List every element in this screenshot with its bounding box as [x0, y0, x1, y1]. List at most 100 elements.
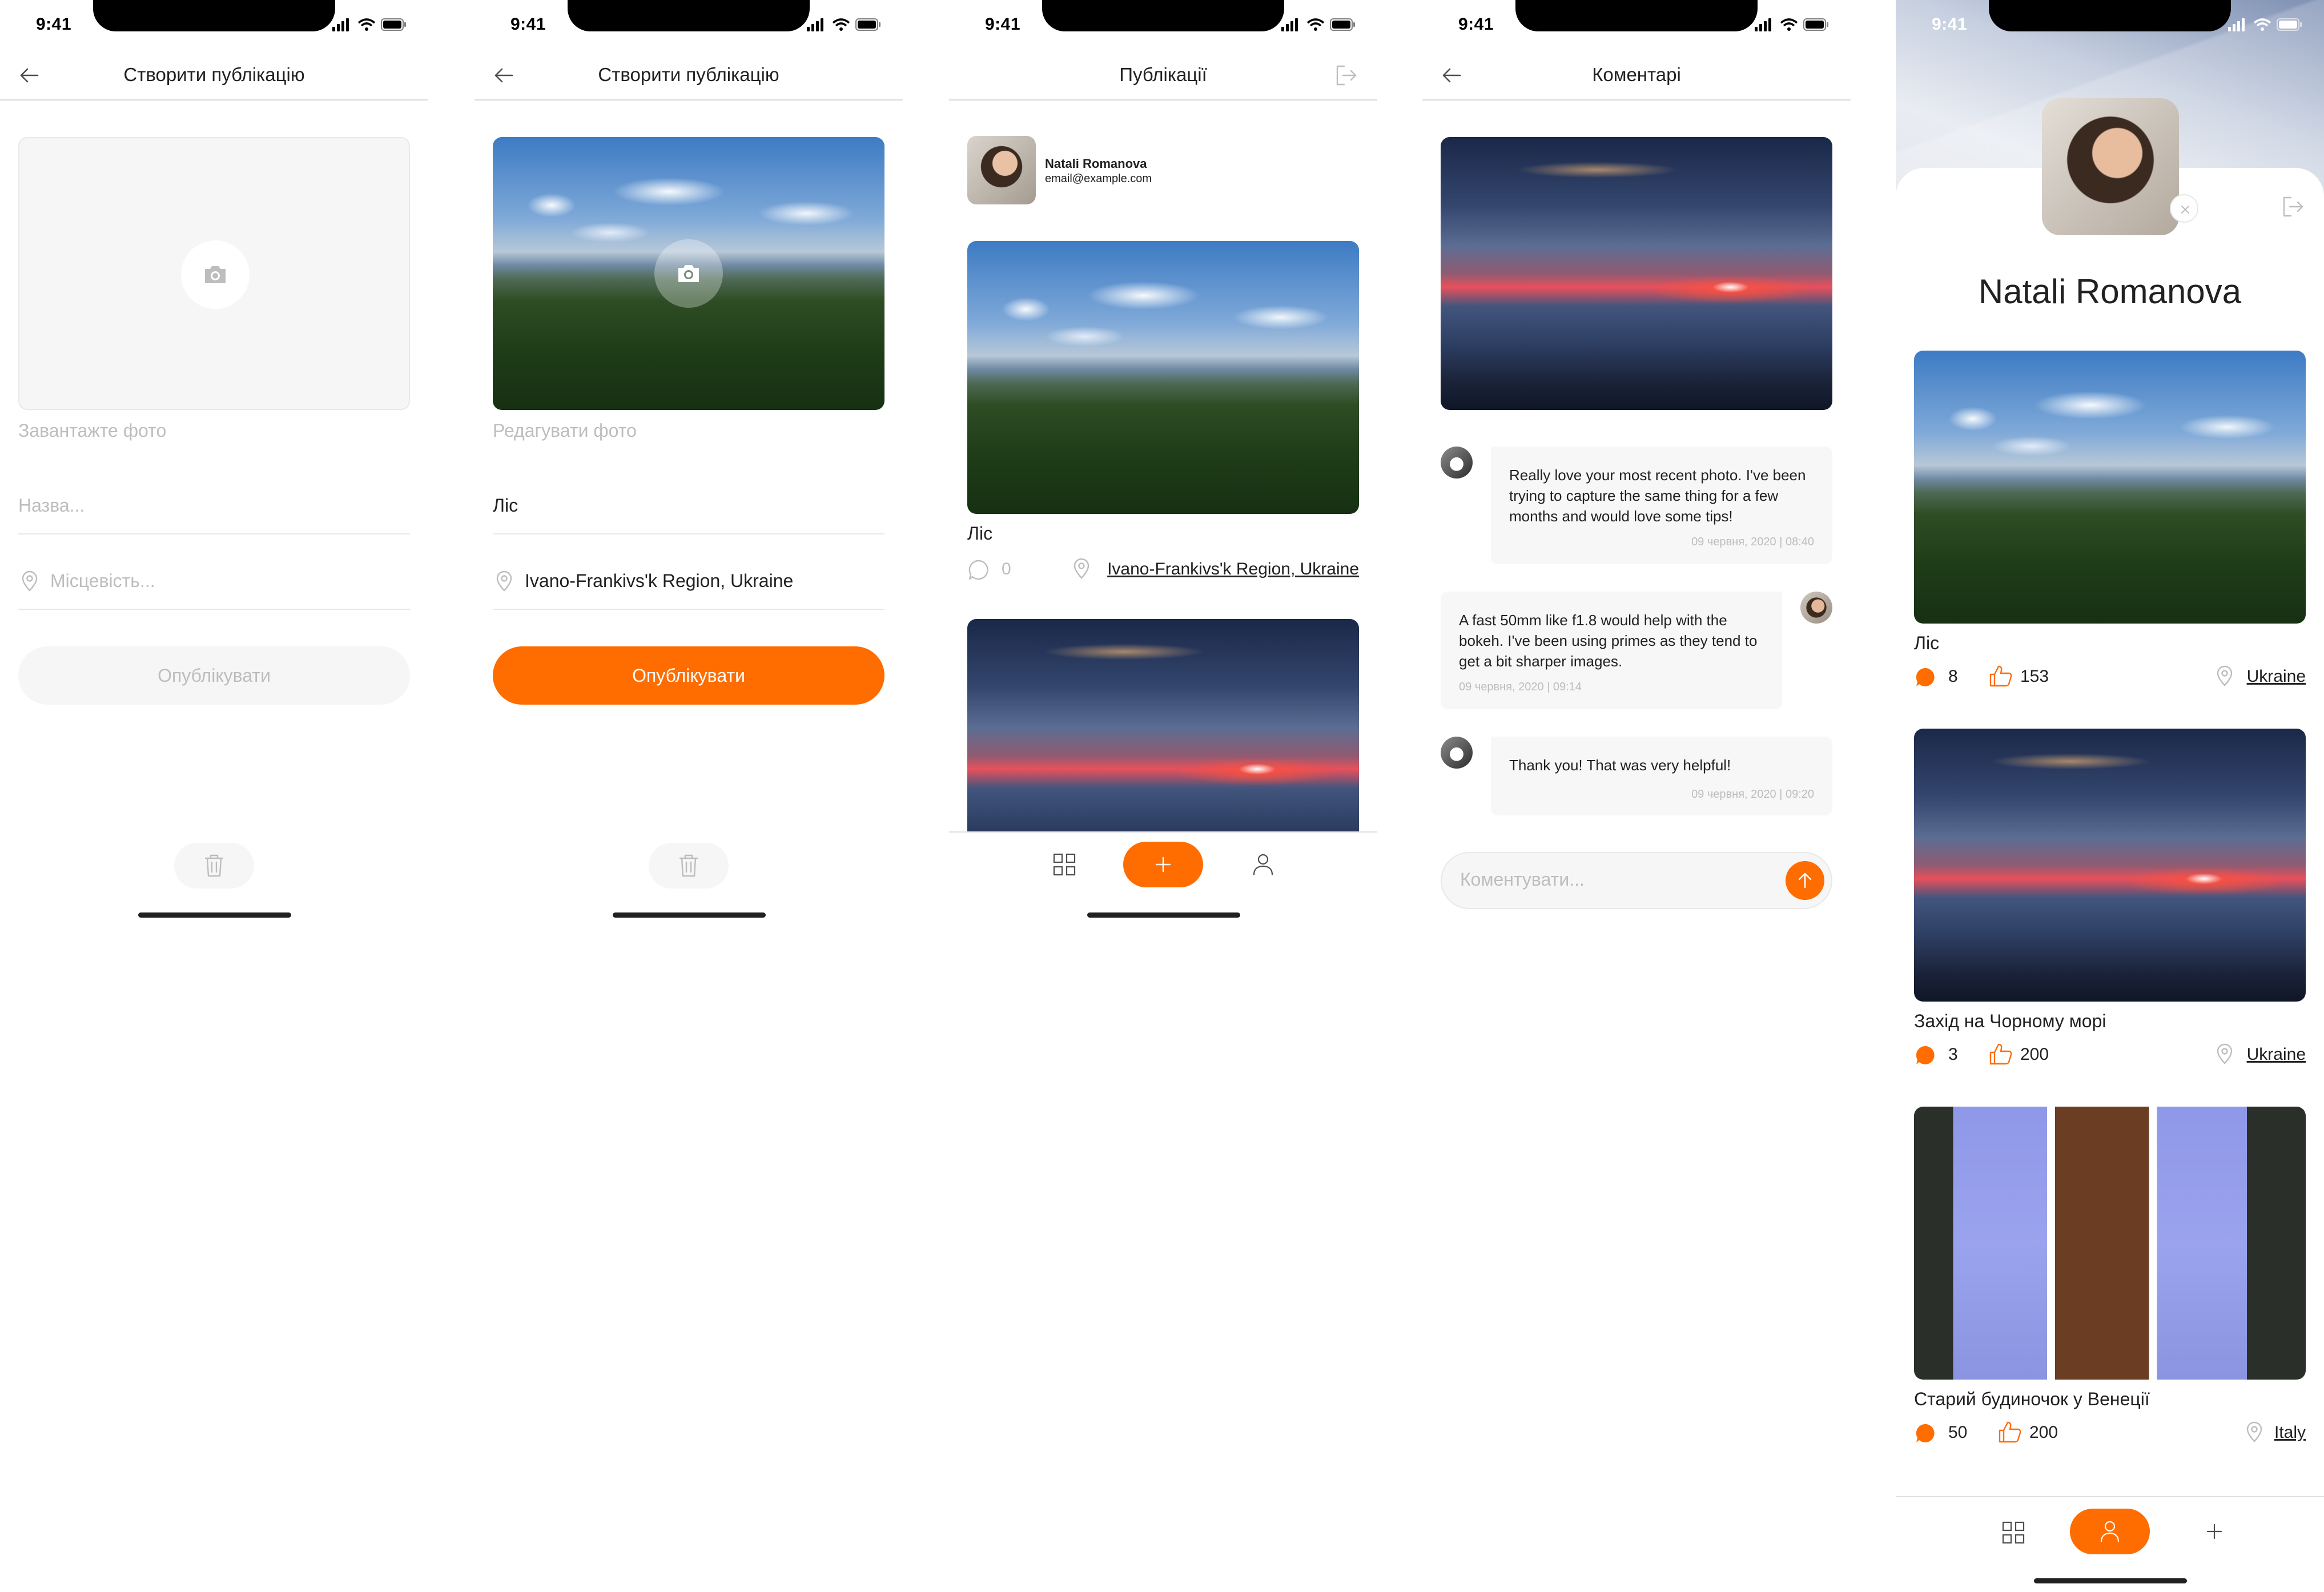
like-icon[interactable] [1997, 1421, 2023, 1444]
post-location-link[interactable]: Ivano-Frankivs'k Region, Ukraine [1107, 560, 1359, 579]
logout-button[interactable] [1334, 63, 1359, 88]
delete-button[interactable] [649, 843, 729, 889]
send-comment-button[interactable] [1786, 861, 1824, 900]
comment-count: 3 [1948, 1045, 1958, 1064]
status-icons [1755, 17, 1829, 32]
name-field[interactable]: Ліс [493, 477, 884, 534]
post-location-link[interactable]: Italy [2274, 1423, 2306, 1442]
comment-icon[interactable] [1914, 1044, 1937, 1067]
header: Створити публікацію [0, 50, 428, 100]
grid-icon[interactable] [2001, 1520, 2026, 1545]
publish-button[interactable]: Опублікувати [18, 646, 410, 705]
publish-button[interactable]: Опублікувати [493, 646, 884, 705]
post-image[interactable] [967, 619, 1359, 831]
signal-wifi-battery-icon [2228, 18, 2302, 31]
photo-preview[interactable] [493, 137, 884, 410]
status-icons [1281, 17, 1356, 32]
grid-icon[interactable] [1052, 852, 1077, 877]
post-title: Захід на Чорному морі [1914, 1011, 2106, 1031]
map-pin-icon [2217, 665, 2233, 686]
comment-date: 09 червня, 2020 | 09:20 [1691, 788, 1814, 801]
user-name: Natali Romanova [1045, 156, 1147, 171]
post-card: Ліс 0 Ivano-Frankivs'k Region, Ukraine [967, 241, 1359, 584]
post-image[interactable] [1914, 729, 2306, 1002]
post-location-link[interactable]: Ukraine [2247, 1045, 2306, 1064]
map-pin-icon [1073, 558, 1089, 579]
remove-avatar-button[interactable] [2170, 194, 2198, 223]
post-image[interactable] [1914, 1107, 2306, 1380]
post-image[interactable] [967, 241, 1359, 514]
plus-icon [1155, 857, 1171, 873]
delete-button[interactable] [174, 843, 254, 889]
comment-input[interactable]: Коментувати... [1441, 852, 1832, 909]
device-notch [1042, 0, 1284, 31]
post-title: Ліс [967, 523, 993, 544]
commenter-avatar [1441, 737, 1473, 769]
post-meta: 50 200 Italy [1914, 1421, 2306, 1444]
status-bar: 9:41 [1422, 0, 1851, 50]
change-photo-button[interactable] [654, 239, 723, 308]
comment-item: Thank you! That was very helpful! 09 чер… [1441, 737, 1832, 817]
comment-date: 09 червня, 2020 | 08:40 [1691, 536, 1814, 548]
comment-text: A fast 50mm like f1.8 would help with th… [1459, 612, 1758, 670]
status-bar: 9:41 [1896, 0, 2324, 50]
location-field[interactable]: Ivano-Frankivs'k Region, Ukraine [493, 553, 884, 610]
like-icon[interactable] [1988, 665, 2013, 688]
comment-date: 09 червня, 2020 | 09:14 [1459, 681, 1582, 693]
commenter-avatar [1441, 447, 1473, 479]
trash-icon [679, 854, 698, 877]
page-title: Публікації [1119, 64, 1207, 85]
comment-icon[interactable] [1914, 666, 1937, 689]
upload-photo-button[interactable] [181, 240, 250, 309]
device-notch [93, 0, 335, 31]
close-icon [2181, 206, 2189, 214]
post-card: Захід на Чорному морі 3 200 Ukraine [1914, 729, 2306, 1083]
map-pin-icon [2217, 1043, 2233, 1064]
name-field[interactable]: Назва... [18, 477, 410, 534]
signal-wifi-battery-icon [1281, 18, 1355, 31]
like-icon[interactable] [1988, 1043, 2013, 1066]
post-image[interactable] [1914, 351, 2306, 624]
comment-bubble: Thank you! That was very helpful! [1491, 737, 1832, 815]
user-icon[interactable] [1251, 852, 1276, 877]
arrow-up-icon [1798, 873, 1812, 889]
home-indicator [613, 912, 766, 918]
post-meta: 0 Ivano-Frankivs'k Region, Ukraine [967, 557, 1359, 580]
profile-tab-button[interactable] [2070, 1509, 2150, 1554]
logout-icon[interactable] [2281, 194, 2306, 219]
comment-icon[interactable] [1914, 1422, 1937, 1445]
post-location-link[interactable]: Ukraine [2247, 667, 2306, 686]
comment-text: Really love your most recent photo. I've… [1509, 467, 1806, 525]
post-card [967, 619, 1359, 831]
status-time: 9:41 [1458, 15, 1494, 34]
comment-icon[interactable] [967, 558, 990, 581]
signal-wifi-battery-icon [1755, 18, 1828, 31]
device-notch [1989, 0, 2231, 31]
status-bar: 9:41 [0, 0, 428, 50]
page-title: Створити публікацію [598, 64, 779, 85]
location-field[interactable]: Місцевість... [18, 553, 410, 610]
comments-screen: 9:41 Коментарі Really love your most rec… [1422, 0, 1851, 927]
add-post-button[interactable] [1123, 842, 1203, 887]
status-time: 9:41 [1932, 15, 1968, 34]
posts-feed-screen: 9:41 Публікації Natali Romanova email@ex… [949, 0, 1377, 927]
profile-screen: 9:41 Natali Romanova Ліс 8 153 Ukraine З… [1896, 0, 2324, 1592]
post-card: Ліс 8 153 Ukraine [1914, 351, 2306, 705]
header: Коментарі [1422, 50, 1851, 100]
comment-count: 50 [1948, 1423, 1968, 1442]
profile-name: Natali Romanova [1978, 272, 2242, 311]
comment-text: Thank you! That was very helpful! [1509, 757, 1731, 774]
tab-bar [949, 831, 1377, 900]
plus-icon[interactable] [2203, 1520, 2226, 1543]
signal-wifi-battery-icon [807, 18, 880, 31]
camera-icon [678, 265, 699, 282]
post-image-container [1441, 137, 1832, 410]
photo-upload-area[interactable] [18, 137, 410, 410]
device-notch [1515, 0, 1758, 31]
user-info: Natali Romanova email@example.com [967, 136, 1359, 204]
create-post-screen-empty: 9:41 Створити публікацію Завантажте фото… [0, 0, 428, 927]
profile-avatar [2042, 98, 2179, 235]
camera-icon [205, 266, 226, 283]
home-indicator [2034, 1578, 2187, 1583]
photo-caption: Завантажте фото [18, 420, 167, 441]
